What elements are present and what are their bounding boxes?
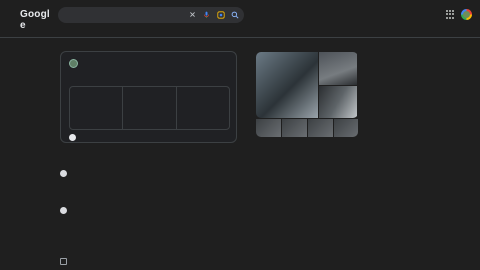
search-result <box>60 170 240 180</box>
top-bar: Google <box>0 0 480 31</box>
gallery-thumbnail[interactable] <box>256 119 281 137</box>
header-divider <box>0 37 480 38</box>
result-source[interactable] <box>60 170 240 177</box>
logo-letter: e <box>20 20 26 31</box>
site-header[interactable] <box>69 59 82 68</box>
search-console-icon <box>69 134 76 141</box>
search-tabs <box>58 27 103 37</box>
metrics-panel <box>69 86 230 130</box>
logo-letter: G <box>20 9 28 20</box>
search-result <box>60 207 240 217</box>
knowledge-panel-gallery[interactable] <box>256 52 358 118</box>
gallery-thumbnail[interactable] <box>308 119 333 137</box>
gallery-image[interactable] <box>319 52 357 85</box>
mic-icon[interactable] <box>202 10 211 19</box>
gallery-thumbnail[interactable] <box>334 119 358 137</box>
gallery-image[interactable] <box>319 86 357 118</box>
account-area <box>446 9 472 20</box>
favicon-icon <box>60 170 67 177</box>
metric-impressions <box>123 87 177 129</box>
gallery-image[interactable] <box>256 52 318 118</box>
google-logo[interactable]: Google <box>20 9 50 31</box>
site-logo-icon <box>69 59 78 68</box>
search-console-link[interactable] <box>69 134 80 141</box>
search-console-card <box>60 51 237 143</box>
metric-position <box>177 87 229 129</box>
result-source[interactable] <box>60 207 240 214</box>
close-icon[interactable] <box>188 10 197 19</box>
search-icon[interactable] <box>230 10 239 19</box>
lens-icon[interactable] <box>216 10 225 19</box>
gallery-thumbnail[interactable] <box>282 119 307 137</box>
account-avatar[interactable] <box>461 9 472 20</box>
search-actions <box>188 10 239 19</box>
apps-grid-icon[interactable] <box>446 10 455 19</box>
favicon-icon <box>60 207 67 214</box>
images-section-header[interactable] <box>60 258 71 265</box>
logo-letter: l <box>46 9 50 20</box>
search-box[interactable] <box>58 7 244 23</box>
metric-clicks <box>70 87 124 129</box>
knowledge-panel-thumbnails <box>256 119 358 137</box>
image-icon <box>60 258 67 265</box>
